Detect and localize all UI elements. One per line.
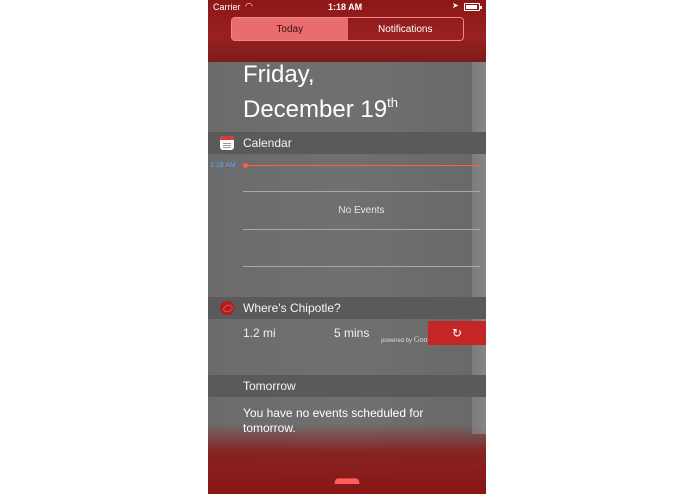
current-time-line <box>247 165 480 166</box>
refresh-icon: ↻ <box>451 326 463 340</box>
calendar-widget-title: Calendar <box>243 136 292 150</box>
chipotle-widget-header[interactable]: Where's Chipotle? <box>208 297 486 319</box>
tomorrow-header: Tomorrow <box>208 375 486 397</box>
tab-notifications[interactable]: Notifications <box>348 18 464 40</box>
tomorrow-title: Tomorrow <box>243 379 296 393</box>
today-notifications-segmented-control: Today Notifications <box>231 17 464 41</box>
location-arrow-icon: ➤ <box>452 1 459 10</box>
duration-value: 5 mins <box>334 326 370 340</box>
calendar-icon <box>220 136 234 150</box>
status-bar: Carrier ◠ 1:18 AM ➤ <box>208 0 486 14</box>
date-heading: Friday, December 19th <box>243 61 398 124</box>
wifi-icon: ◠ <box>245 1 253 11</box>
month-day-label: December 19th <box>243 95 398 123</box>
hour-divider <box>243 266 480 267</box>
battery-icon <box>464 3 482 11</box>
notification-center: Carrier ◠ 1:18 AM ➤ Today Notifications … <box>208 0 486 494</box>
calendar-widget-header[interactable]: Calendar <box>208 132 486 154</box>
refresh-button[interactable]: ↻ <box>428 321 486 345</box>
chipotle-widget-title: Where's Chipotle? <box>243 301 341 315</box>
day-suffix: th <box>387 95 398 110</box>
carrier-label: Carrier <box>213 2 241 12</box>
chipotle-info-row: 1.2 mi 5 mins powered by Google ↻ <box>208 320 486 346</box>
tab-today[interactable]: Today <box>232 18 348 40</box>
hour-divider <box>243 229 480 230</box>
chipotle-icon <box>220 301 234 315</box>
tomorrow-summary: You have no events scheduled for tomorro… <box>243 406 424 435</box>
distance-value: 1.2 mi <box>243 326 276 340</box>
status-time: 1:18 AM <box>328 2 363 12</box>
current-time-label: 1:18 AM <box>210 162 236 169</box>
no-events-label: No Events <box>338 205 385 216</box>
hour-divider <box>243 191 480 192</box>
weekday-label: Friday, <box>243 61 315 88</box>
close-grabber-handle[interactable] <box>334 478 360 484</box>
